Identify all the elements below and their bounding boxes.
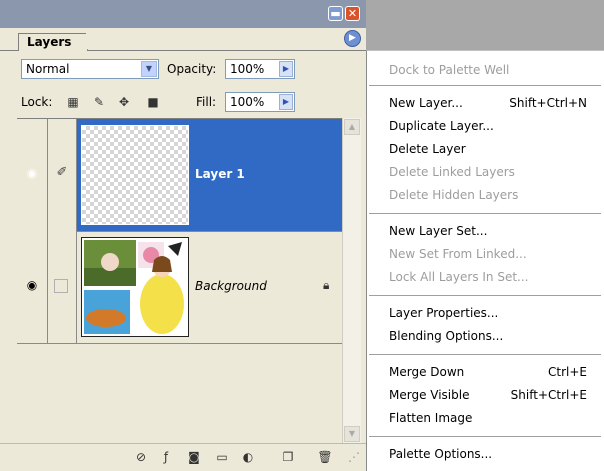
menu-separator — [369, 213, 601, 214]
trash-icon[interactable]: 🗑︎ — [317, 449, 333, 465]
visibility-cell[interactable]: ◉ — [17, 231, 48, 343]
menu-item-label: Merge Visible — [389, 388, 470, 402]
menu-separator — [369, 295, 601, 296]
link-box[interactable] — [54, 279, 68, 293]
edit-state-cell[interactable] — [48, 231, 77, 343]
eye-icon[interactable]: ◉ — [24, 279, 40, 291]
menu-item-shortcut: Shift+Ctrl+E — [510, 388, 587, 402]
menu-item-palette-options[interactable]: Palette Options... — [389, 444, 599, 464]
new-adjustment-layer-icon[interactable]: ◐ — [240, 449, 256, 465]
link-layers-icon[interactable]: ⊘ — [133, 449, 149, 465]
layer-row-layer-1[interactable]: ◉ ✐ Layer 1 — [17, 119, 342, 232]
layer-name: Layer 1 — [195, 167, 245, 181]
opacity-label: Opacity: — [167, 62, 217, 76]
fill-slider-arrow-icon[interactable]: ▶ — [279, 94, 293, 110]
fill-value: 100% — [230, 95, 265, 109]
eye-icon[interactable]: ◉ — [24, 167, 40, 179]
menu-item-shortcut: Shift+Ctrl+N — [509, 96, 587, 110]
menu-item-delete-hidden-layers[interactable]: Delete Hidden Layers — [389, 185, 599, 205]
layers-list: ◉ ✐ Layer 1 ◉ Background 🔒︎ — [17, 118, 342, 444]
add-layer-style-icon[interactable]: ƒ — [158, 449, 174, 465]
scroll-up-icon[interactable]: ▲ — [344, 119, 360, 135]
menu-item-label: Palette Options... — [389, 447, 493, 461]
collage-image — [82, 238, 188, 336]
menu-item-flatten-image[interactable]: Flatten Image — [389, 408, 599, 428]
blend-mode-select[interactable]: Normal ▼ — [21, 59, 159, 79]
lock-image-pixels-icon[interactable]: ✎ — [92, 95, 106, 109]
menu-item-shortcut: Ctrl+E — [548, 365, 587, 379]
lock-transparent-pixels-icon[interactable]: ▦ — [66, 95, 80, 109]
menu-item-duplicate-layer[interactable]: Duplicate Layer... — [389, 116, 599, 136]
menu-item-label: Dock to Palette Well — [389, 63, 510, 77]
blend-mode-value: Normal — [26, 62, 70, 76]
menu-item-layer-properties[interactable]: Layer Properties... — [389, 303, 599, 323]
layer-name: Background — [195, 279, 267, 293]
new-layer-set-icon[interactable]: ▭ — [214, 449, 230, 465]
menu-separator — [369, 354, 601, 355]
background-thumbnail — [81, 237, 189, 337]
menu-item-lock-all-layers-in-set[interactable]: Lock All Layers In Set... — [389, 267, 599, 287]
fill-field[interactable]: 100% ▶ — [225, 92, 295, 112]
layer-row-background[interactable]: ◉ Background 🔒︎ — [17, 231, 342, 344]
close-icon[interactable]: ✕ — [345, 6, 360, 21]
menu-item-blending-options[interactable]: Blending Options... — [389, 326, 599, 346]
palette-titlebar[interactable] — [0, 0, 366, 28]
edit-state-cell[interactable]: ✐ — [48, 119, 77, 231]
menu-item-label: New Layer... — [389, 96, 463, 110]
menu-item-label: Duplicate Layer... — [389, 119, 494, 133]
layers-scrollbar[interactable]: ▲ ▼ — [342, 118, 361, 443]
menu-item-new-layer[interactable]: New Layer... Shift+Ctrl+N — [389, 93, 599, 113]
menu-item-label: New Layer Set... — [389, 224, 488, 238]
add-mask-icon[interactable]: ◙ — [186, 449, 202, 465]
visibility-cell[interactable]: ◉ — [17, 119, 48, 231]
menu-item-label: Lock All Layers In Set... — [389, 270, 529, 284]
menu-item-label: Merge Down — [389, 365, 465, 379]
menu-item-label: Blending Options... — [389, 329, 504, 343]
opacity-slider-arrow-icon[interactable]: ▶ — [279, 61, 293, 77]
menu-item-delete-layer[interactable]: Delete Layer — [389, 139, 599, 159]
menu-item-new-layer-set[interactable]: New Layer Set... — [389, 221, 599, 241]
palette-bottom-bar: ⊘ ƒ ◙ ▭ ◐ ❐ 🗑︎ ⋰ — [0, 443, 366, 471]
lock-position-icon[interactable]: ✥ — [117, 95, 131, 109]
opacity-field[interactable]: 100% ▶ — [225, 59, 295, 79]
menu-item-label: Delete Hidden Layers — [389, 188, 519, 202]
menu-separator — [369, 85, 601, 86]
menu-item-delete-linked-layers[interactable]: Delete Linked Layers — [389, 162, 599, 182]
brush-icon: ✐ — [56, 165, 68, 180]
menu-item-merge-down[interactable]: Merge Down Ctrl+E — [389, 362, 599, 382]
lock-all-icon[interactable]: ■ — [146, 95, 160, 109]
layer-thumbnail — [81, 125, 189, 225]
tab-layers-edge — [86, 33, 100, 51]
layers-palette: ▬ ✕ Layers ▶ Normal ▼ Opacity: 100% ▶ Lo… — [0, 0, 366, 471]
new-layer-icon[interactable]: ❐ — [280, 449, 296, 465]
lock-icon: 🔒︎ — [323, 278, 330, 292]
palette-context-menu: Dock to Palette Well New Layer... Shift+C… — [366, 50, 604, 471]
fill-label: Fill: — [196, 95, 217, 109]
menu-item-label: Delete Linked Layers — [389, 165, 515, 179]
menu-separator — [369, 436, 601, 437]
tab-layers[interactable]: Layers — [18, 33, 88, 51]
scroll-down-icon[interactable]: ▼ — [344, 426, 360, 442]
menu-item-label: New Set From Linked... — [389, 247, 527, 261]
menu-item-dock[interactable]: Dock to Palette Well — [389, 60, 599, 80]
menu-item-label: Layer Properties... — [389, 306, 499, 320]
opacity-value: 100% — [230, 62, 265, 76]
menu-item-label: Flatten Image — [389, 411, 473, 425]
menu-item-label: Delete Layer — [389, 142, 466, 156]
palette-menu-icon[interactable]: ▶ — [344, 30, 361, 47]
chevron-down-icon[interactable]: ▼ — [141, 61, 157, 77]
lock-label: Lock: — [21, 95, 53, 109]
minimize-icon[interactable]: ▬ — [328, 6, 343, 21]
resize-grip-icon[interactable]: ⋰ — [346, 449, 362, 465]
menu-item-new-set-from-linked[interactable]: New Set From Linked... — [389, 244, 599, 264]
menu-item-merge-visible[interactable]: Merge Visible Shift+Ctrl+E — [389, 385, 599, 405]
